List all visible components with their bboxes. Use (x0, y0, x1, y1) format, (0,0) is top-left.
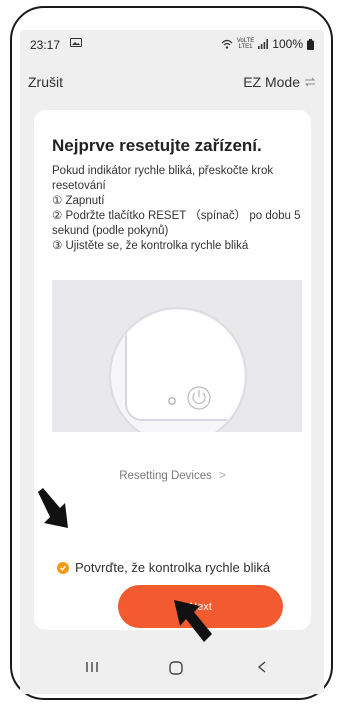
network-indicator: VoLTE LTE1 (236, 38, 255, 50)
swap-icon (304, 77, 316, 87)
app-screen: 23:17 VoLTE LTE1 100% Zrušit EZ Mode Nej… (20, 30, 324, 694)
step-1: ① Zapnutí (52, 195, 105, 207)
step-3: ③ Ujistěte se, že kontrolka rychle bliká (52, 240, 249, 252)
picture-icon (70, 38, 82, 47)
intro-text: Pokud indikátor rychle bliká, přeskočte … (52, 165, 274, 192)
confirm-checkbox[interactable]: Potvrďte, že kontrolka rychle bliká (57, 560, 270, 575)
resetting-devices-label: Resetting Devices (119, 470, 212, 482)
arrow-icon (38, 488, 68, 528)
resetting-devices-link[interactable]: Resetting Devices > (34, 470, 311, 482)
recent-apps-icon[interactable] (84, 660, 100, 674)
chevron-right-icon: > (219, 470, 226, 482)
step-2: ② Podržte tlačítko RESET （spínač） po dob… (52, 210, 301, 237)
signal-icon (258, 39, 269, 49)
wifi-icon (221, 39, 233, 49)
checkmark-icon (57, 561, 69, 574)
battery-icon (307, 38, 314, 50)
confirm-label: Potvrďte, že kontrolka rychle bliká (75, 560, 271, 575)
back-icon[interactable] (256, 660, 268, 674)
device-illustration-graphic (109, 307, 247, 432)
device-illustration (52, 280, 302, 432)
mode-label: EZ Mode (243, 74, 300, 90)
instruction-card: Nejprve resetujte zařízení. Pokud indiká… (34, 110, 311, 630)
status-time: 23:17 (30, 38, 61, 52)
top-bar: Zrušit EZ Mode (20, 74, 324, 98)
page-title: Nejprve resetujte zařízení. (52, 136, 262, 155)
status-icons: VoLTE LTE1 100% (221, 37, 314, 51)
instructions: Pokud indikátor rychle bliká, přeskočte … (52, 164, 302, 254)
arrow-icon (174, 600, 212, 642)
home-icon[interactable] (168, 660, 184, 676)
cancel-button[interactable]: Zrušit (28, 74, 63, 90)
battery-percent: 100% (272, 37, 303, 51)
status-bar: 23:17 VoLTE LTE1 100% (20, 30, 324, 60)
mode-switch-button[interactable]: EZ Mode (243, 74, 316, 90)
system-nav-bar (20, 650, 324, 694)
